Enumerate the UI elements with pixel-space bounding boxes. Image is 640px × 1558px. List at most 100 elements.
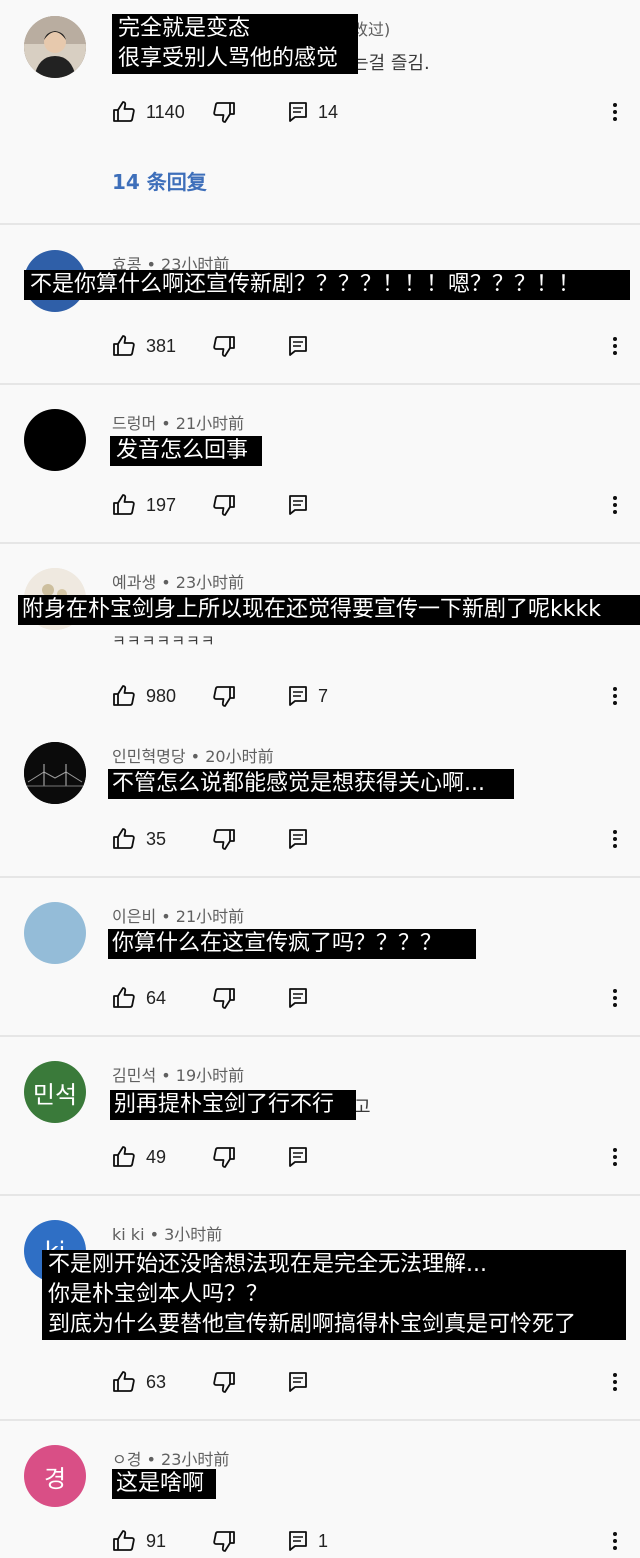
- dislike-button[interactable]: [212, 95, 236, 129]
- comment-actions: 35: [0, 822, 640, 856]
- thumb-down-icon: [213, 988, 235, 1009]
- reply-count: 7: [318, 685, 329, 706]
- like-count: 197: [146, 494, 177, 515]
- dislike-button[interactable]: [212, 822, 236, 856]
- thumb-up-icon: [113, 828, 135, 849]
- subtitle-line: 不是你算什么啊还宣传新剧？？？？！！！嗯？？？！！: [30, 272, 581, 297]
- like-button[interactable]: 381: [112, 329, 176, 363]
- dislike-button[interactable]: [212, 1365, 236, 1399]
- more-vertical-icon[interactable]: [612, 824, 618, 854]
- avatar[interactable]: [24, 409, 86, 471]
- comment-actions: 381: [0, 329, 640, 363]
- comment-icon: [289, 1147, 307, 1167]
- thumb-down-icon: [213, 495, 235, 516]
- more-vertical-icon[interactable]: [612, 97, 618, 127]
- subtitle-overlay: 发音怎么回事: [110, 436, 262, 466]
- comment-icon: [289, 829, 307, 849]
- like-count: 49: [146, 1146, 167, 1167]
- more-vertical-icon[interactable]: [612, 1142, 618, 1172]
- more-vertical-icon[interactable]: [612, 983, 618, 1013]
- subtitle-line: 完全就是变态: [118, 16, 251, 41]
- divider: [0, 383, 640, 385]
- thumb-up-icon: [113, 494, 135, 515]
- reply-button[interactable]: [288, 488, 308, 522]
- comment-meta: 김민석 • 19小时前: [112, 1066, 245, 1085]
- avatar[interactable]: 민석: [24, 1061, 86, 1123]
- avatar-initials: 경: [43, 1464, 67, 1493]
- avatar[interactable]: [24, 902, 86, 964]
- avatar[interactable]: 경: [24, 1445, 86, 1507]
- like-count: 91: [146, 1530, 167, 1551]
- subtitle-line: 发音怎么回事: [116, 438, 249, 463]
- comment-icon: [289, 1531, 307, 1551]
- avatar[interactable]: [24, 742, 86, 804]
- subtitle-overlay: 附身在朴宝剑身上所以现在还觉得要宣传一下新剧了呢kkkk: [18, 595, 640, 625]
- like-button[interactable]: 980: [112, 679, 176, 713]
- comment-meta: 이은비 • 21小时前: [112, 907, 245, 926]
- like-button[interactable]: 63: [112, 1365, 166, 1399]
- avatar[interactable]: [24, 16, 86, 78]
- subtitle-overlay: 不是你算什么啊还宣传新剧？？？？！！！嗯？？？！！: [24, 270, 630, 300]
- like-count: 64: [146, 987, 167, 1008]
- thumb-up-icon: [113, 987, 135, 1008]
- subtitle-overlay: 你算什么在这宣传疯了吗？？？？: [108, 929, 476, 959]
- like-button[interactable]: 64: [112, 981, 166, 1015]
- like-button[interactable]: 91: [112, 1524, 166, 1558]
- comment-meta: ㅇ경 • 23小时前: [112, 1450, 230, 1469]
- reply-button[interactable]: [288, 1140, 308, 1174]
- reply-button[interactable]: [288, 981, 308, 1015]
- thumb-up-icon: [113, 1371, 135, 1392]
- thumb-down-icon: [213, 102, 235, 123]
- like-button[interactable]: 1140: [112, 95, 185, 129]
- thumb-up-icon: [113, 101, 135, 122]
- like-button[interactable]: 35: [112, 822, 166, 856]
- comment-meta: ki ki • 3小时前: [112, 1225, 223, 1244]
- comment-meta: 인민혁명당 • 20小时前: [112, 747, 274, 766]
- more-vertical-icon[interactable]: [612, 331, 618, 361]
- comment-icon: [289, 1372, 307, 1392]
- original-comment-text: ㅋㅋㅋㅋㅋㅋㅋ: [112, 632, 216, 650]
- subtitle-line: 你算什么在这宣传疯了吗？？？？: [112, 931, 443, 956]
- thumb-up-icon: [113, 685, 135, 706]
- dislike-button[interactable]: [212, 329, 236, 363]
- dislike-button[interactable]: [212, 679, 236, 713]
- like-count: 63: [146, 1371, 167, 1392]
- user-photo-icon: [24, 16, 86, 78]
- like-button[interactable]: 197: [112, 488, 176, 522]
- comment-actions: 1140 14: [0, 95, 640, 129]
- thumb-up-icon: [113, 1530, 135, 1551]
- more-vertical-icon[interactable]: [612, 1367, 618, 1397]
- like-button[interactable]: 49: [112, 1140, 166, 1174]
- dislike-button[interactable]: [212, 1524, 236, 1558]
- divider: [0, 1035, 640, 1037]
- comment-actions: 91 1: [0, 1524, 640, 1558]
- original-comment-tail: 고: [354, 1097, 371, 1118]
- thumb-down-icon: [213, 686, 235, 707]
- more-vertical-icon[interactable]: [612, 681, 618, 711]
- comment-meta: 드렁머 • 21小时前: [112, 414, 245, 433]
- reply-button[interactable]: [288, 822, 308, 856]
- comment-icon: [289, 336, 307, 356]
- divider: [0, 542, 640, 544]
- reply-button[interactable]: 1: [288, 1524, 328, 1558]
- subtitle-overlay: 别再提朴宝剑了行不行: [110, 1090, 356, 1120]
- comment-icon: [289, 102, 307, 122]
- comment-icon: [289, 686, 307, 706]
- subtitle-line: 你是朴宝剑本人吗？？: [48, 1282, 269, 1307]
- dislike-button[interactable]: [212, 1140, 236, 1174]
- reply-button[interactable]: [288, 1365, 308, 1399]
- comment-meta: 예과생 • 23小时前: [112, 573, 245, 592]
- dislike-button[interactable]: [212, 981, 236, 1015]
- reply-button[interactable]: 7: [288, 679, 328, 713]
- like-count: 35: [146, 828, 167, 849]
- dislike-button[interactable]: [212, 488, 236, 522]
- reply-button[interactable]: 14: [288, 95, 338, 129]
- subtitle-line: 不管怎么说都能感觉是想获得关心啊...: [112, 771, 485, 796]
- subtitle-line: 附身在朴宝剑身上所以现在还觉得要宣传一下新剧了呢kkkk: [22, 597, 601, 622]
- more-vertical-icon[interactable]: [612, 490, 618, 520]
- thumb-up-icon: [113, 335, 135, 356]
- comment-icon: [289, 495, 307, 515]
- view-replies-link[interactable]: 14 条回复: [112, 166, 207, 195]
- divider: [0, 876, 640, 878]
- reply-button[interactable]: [288, 329, 308, 363]
